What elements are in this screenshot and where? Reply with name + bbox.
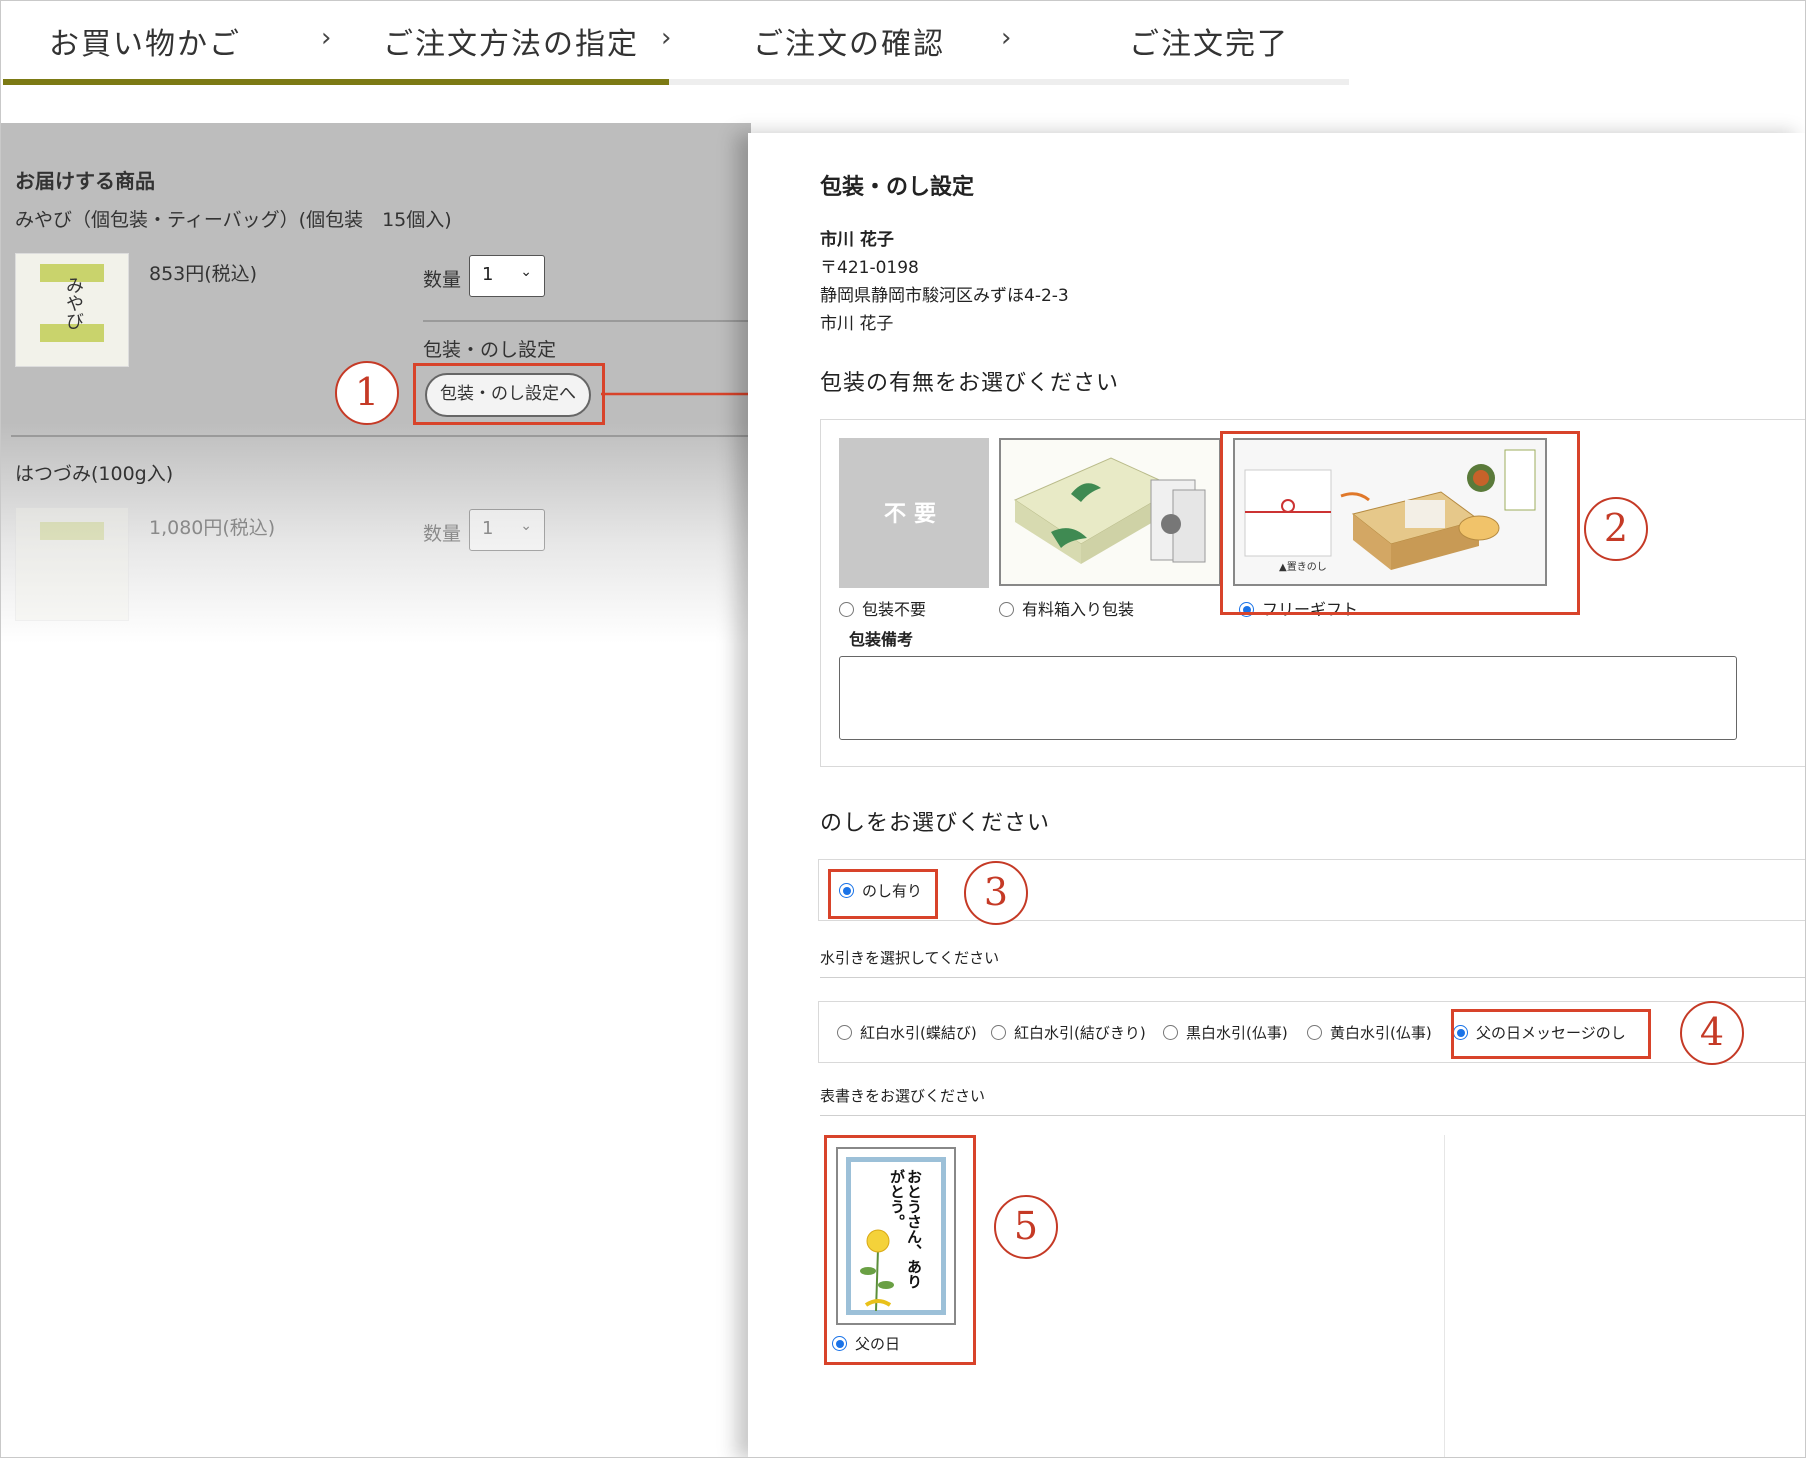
radio-button[interactable] [991, 1025, 1006, 1040]
highlight-box-4 [1451, 1009, 1651, 1059]
recipient-address: 静岡県静岡市駿河区みずほ4-2-3 [820, 286, 1069, 306]
wrap-setting-label: 包装・のし設定 [423, 339, 557, 361]
recipient-name: 市川 花子 [820, 230, 894, 250]
chevron-right-icon: › [1001, 23, 1012, 53]
highlight-box-5 [824, 1135, 976, 1365]
chevron-down-icon: ⌄ [520, 264, 532, 280]
product-image [15, 507, 129, 621]
wrap-box-image[interactable] [999, 438, 1221, 586]
recipient-name-2: 市川 花子 [820, 314, 894, 334]
product-price: 853円(税込) [149, 263, 258, 285]
radio-button[interactable] [999, 602, 1014, 617]
divider [423, 320, 751, 322]
annotation-3: 3 [964, 861, 1028, 925]
highlight-box-1 [413, 363, 605, 425]
wrap-note-label: 包装備考 [849, 630, 914, 649]
mizuhiki-option-2[interactable]: 紅白水引(結びきり) [991, 1022, 1146, 1043]
modal-title: 包装・のし設定 [820, 175, 975, 200]
progress-fill [3, 79, 669, 85]
wrap-option-box[interactable]: 有料箱入り包装 [999, 596, 1134, 620]
checkout-steps: お買い物かご › ご注文方法の指定 › ご注文の確認 › ご注文完了 [1, 1, 1805, 121]
product-price: 1,080円(税込) [149, 517, 276, 539]
chevron-right-icon: › [661, 23, 672, 53]
gift-box-illustration [1013, 457, 1206, 564]
mizuhiki-option-4[interactable]: 黄白水引(仏事) [1307, 1022, 1432, 1043]
chevron-right-icon: › [321, 23, 332, 53]
divider [820, 1115, 1805, 1116]
quantity-select[interactable]: 1 ⌄ [469, 509, 545, 551]
highlight-box-2 [1220, 431, 1580, 615]
wrap-none-image-text: 不要 [883, 502, 944, 527]
mizuhiki-heading: 水引きを選択してください [820, 949, 1000, 967]
mizuhiki-panel: 紅白水引(蝶結び) 紅白水引(結びきり) 黒白水引(仏事) 黄白水引(仏事) 父… [818, 1001, 1805, 1063]
wrap-none-image[interactable]: 不要 [839, 438, 989, 588]
mizuhiki-option-3[interactable]: 黒白水引(仏事) [1163, 1022, 1288, 1043]
annotation-2: 2 [1584, 497, 1648, 561]
omote-heading: 表書きをお選びください [820, 1087, 986, 1105]
divider [1444, 1135, 1445, 1457]
wrap-noshi-modal: 包装・のし設定 市川 花子 〒421-0198 静岡県静岡市駿河区みずほ4-2-… [748, 133, 1805, 1457]
product-name: みやび（個包装・ティーバッグ）(個包装 15個入) [15, 209, 452, 231]
radio-button[interactable] [1163, 1025, 1178, 1040]
radio-button[interactable] [1307, 1025, 1322, 1040]
product-image: みやび [15, 253, 129, 367]
annotation-5: 5 [994, 1195, 1058, 1259]
radio-button[interactable] [839, 602, 854, 617]
wrap-note-textarea[interactable] [839, 656, 1737, 740]
quantity-select[interactable]: 1 ⌄ [469, 255, 545, 297]
quantity-value: 1 [482, 264, 494, 285]
chevron-down-icon: ⌄ [520, 518, 532, 534]
step-confirm: ご注文の確認 [753, 27, 945, 62]
product-name: はつづみ(100g入) [15, 463, 174, 485]
quantity-label: 数量 [423, 523, 462, 545]
recipient-postal: 〒421-0198 [820, 258, 919, 278]
section-title: お届けする商品 [15, 169, 155, 193]
product-image-label: みやび [63, 276, 84, 330]
cart-items-panel: お届けする商品 みやび（個包装・ティーバッグ）(個包装 15個入) みやび 85… [1, 123, 751, 1457]
quantity-value: 1 [482, 518, 494, 539]
divider [820, 977, 1805, 978]
annotation-4: 4 [1680, 1001, 1744, 1065]
step-order-method: ご注文方法の指定 [383, 27, 639, 62]
step-cart: お買い物かご [49, 27, 241, 62]
highlight-box-3 [828, 869, 938, 919]
wrap-heading: 包装の有無をお選びください [820, 371, 1120, 396]
mizuhiki-option-1[interactable]: 紅白水引(蝶結び) [837, 1022, 977, 1043]
annotation-1: 1 [335, 361, 399, 425]
radio-button[interactable] [837, 1025, 852, 1040]
screenshot-frame: { "steps": { "items": ["お買い物かご", "ご注文方法の… [0, 0, 1806, 1458]
quantity-label: 数量 [423, 269, 462, 291]
divider [11, 435, 751, 437]
noshi-heading: のしをお選びください [820, 811, 1051, 836]
wrap-option-none[interactable]: 包装不要 [839, 596, 926, 620]
step-complete: ご注文完了 [1129, 27, 1289, 62]
